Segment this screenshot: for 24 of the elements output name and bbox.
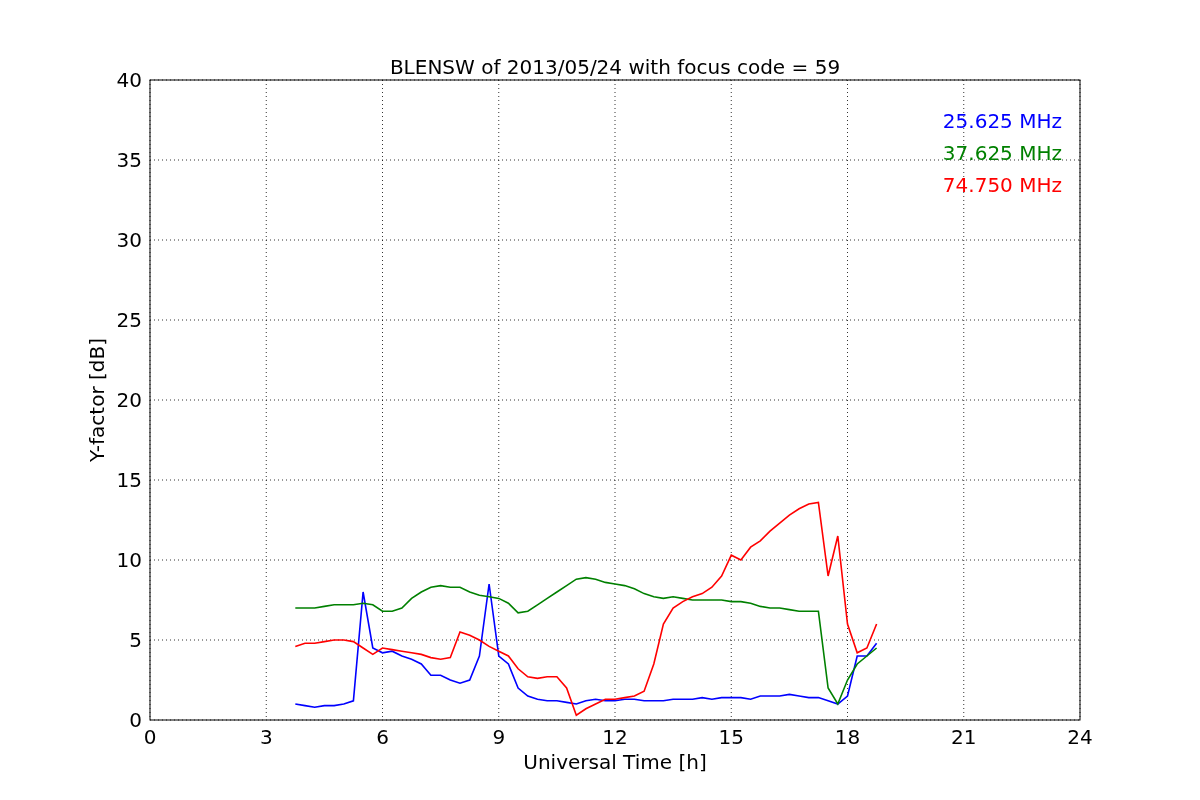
legend-label: 74.750 MHz bbox=[942, 173, 1062, 197]
tick-label: 40 bbox=[116, 68, 142, 92]
tick-label: 9 bbox=[492, 725, 506, 749]
tick-label: 15 bbox=[116, 468, 142, 492]
tick-label: 30 bbox=[116, 228, 142, 252]
tick-label: 20 bbox=[116, 388, 142, 412]
tick-label: 35 bbox=[116, 148, 142, 172]
tick-label: 18 bbox=[834, 725, 861, 749]
tick-label: 6 bbox=[376, 725, 389, 749]
tick-label: 24 bbox=[1067, 725, 1093, 749]
tick-label: 15 bbox=[718, 725, 744, 749]
tick-label: 0 bbox=[129, 708, 142, 732]
y-axis-label: Y-factor [dB] bbox=[85, 338, 109, 462]
tick-label: 10 bbox=[116, 548, 142, 572]
legend-label: 25.625 MHz bbox=[942, 109, 1062, 133]
tick-label: 3 bbox=[259, 725, 273, 749]
tick-label: 21 bbox=[951, 725, 977, 749]
tick-label: 25 bbox=[116, 308, 142, 332]
chart-title: BLENSW of 2013/05/24 with focus code = 59 bbox=[389, 55, 841, 79]
tick-label: 12 bbox=[602, 725, 628, 749]
tick-label: 5 bbox=[129, 628, 142, 652]
tick-label: 0 bbox=[143, 725, 157, 749]
legend-label: 37.625 MHz bbox=[942, 141, 1062, 165]
x-axis-label: Universal Time [h] bbox=[523, 750, 707, 774]
